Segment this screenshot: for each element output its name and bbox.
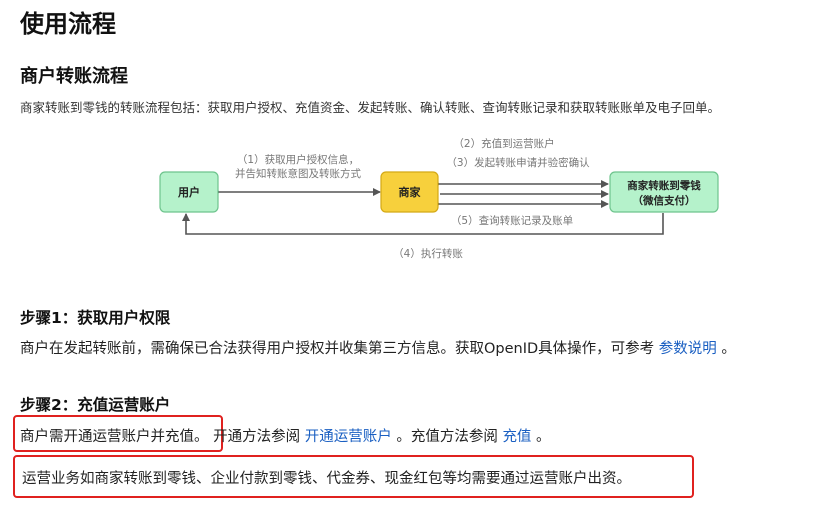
node-wechat-label-2: （微信支付）	[633, 194, 696, 207]
step2-text-a: 开通方法参阅	[213, 429, 301, 445]
label-step5: （5）查询转账记录及账单	[451, 214, 573, 227]
label-step1-line1: （1）获取用户授权信息，	[237, 153, 359, 166]
param-doc-link[interactable]: 参数说明	[659, 341, 717, 357]
recharge-link[interactable]: 充值	[502, 429, 531, 445]
step1-paragraph: 商户在发起转账前，需确保已合法获得用户授权并收集第三方信息。获取OpenID具体…	[20, 337, 736, 358]
step1-text: 商户在发起转账前，需确保已合法获得用户授权并收集第三方信息。获取OpenID具体…	[20, 341, 655, 357]
node-merchant-label: 商家	[399, 185, 422, 199]
open-account-link[interactable]: 开通运营账户	[305, 429, 392, 445]
label-step1-line2: 并告知转账意图及转账方式	[235, 167, 361, 180]
step2-note: 运营业务如商家转账到零钱、企业付款到零钱、代金券、现金红包等均需要通过运营账户出…	[22, 471, 631, 487]
node-wechat-label-1: 商家转账到零钱	[627, 179, 701, 192]
label-step4: （4）执行转账	[393, 247, 463, 260]
step1-heading: 步骤1：获取用户权限	[20, 309, 171, 327]
step2-heading: 步骤2：充值运营账户	[20, 396, 171, 414]
step2-boxed-text: 商户需开通运营账户并充值。	[20, 429, 209, 445]
step2-end: 。	[536, 429, 551, 445]
label-step2: （2）充值到运营账户	[453, 137, 554, 150]
node-user-label: 用户	[178, 185, 200, 199]
step2-paragraph: 商户需开通运营账户并充值。 开通方法参阅 开通运营账户 。充值方法参阅 充值 。	[20, 425, 551, 446]
step2-text-b: 。充值方法参阅	[396, 429, 498, 445]
step1-end: 。	[721, 341, 736, 357]
section-title: 商户转账流程	[20, 66, 128, 87]
page-title: 使用流程	[20, 10, 116, 38]
transfer-flow-diagram: 用户 商家 商家转账到零钱 （微信支付） （1）获取用户授权信息， 并告知转账意…	[159, 137, 719, 260]
arrow-execute-transfer	[182, 213, 664, 235]
label-step3: （3）发起转账申请并验密确认	[446, 156, 590, 169]
intro-text: 商家转账到零钱的转账流程包括：获取用户授权、充值资金、发起转账、确认转账、查询转…	[20, 100, 721, 115]
